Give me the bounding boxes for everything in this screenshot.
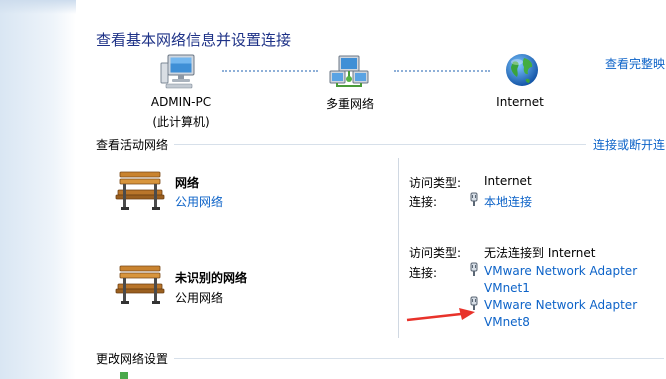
change-settings-header: 更改网络设置 <box>96 352 169 366</box>
connections-label: 连接: <box>409 266 438 280</box>
network-name: 未识别的网络 <box>175 271 248 285</box>
left-navigation-pane <box>0 0 76 379</box>
vmnet1-link-line2[interactable]: VMnet1 <box>484 281 530 295</box>
network-name: 网络 <box>175 176 200 190</box>
internet-node-name: Internet <box>496 95 544 109</box>
connection-line-right <box>394 70 490 72</box>
computer-subtitle: (此计算机) <box>152 115 210 129</box>
network-icon[interactable] <box>329 55 369 92</box>
view-full-map-link[interactable]: 查看完整映 <box>605 55 665 72</box>
access-type-value: Internet <box>484 174 532 188</box>
bench-icon[interactable] <box>114 262 166 309</box>
connect-disconnect-link[interactable]: 连接或断开连 <box>593 136 665 153</box>
vmnet8-link-line1[interactable]: VMware Network Adapter <box>484 298 637 312</box>
access-type-label: 访问类型: <box>409 246 462 260</box>
network-node-name: 多重网络 <box>325 97 374 111</box>
section-divider <box>174 358 664 359</box>
computer-name: ADMIN-PC <box>150 95 212 109</box>
settings-icon <box>120 372 128 379</box>
column-divider <box>398 158 399 338</box>
connection-line-left <box>222 70 318 72</box>
globe-icon[interactable] <box>504 52 540 91</box>
plug-icon <box>469 262 479 280</box>
vmnet8-link-line2[interactable]: VMnet8 <box>484 315 530 329</box>
active-networks-header: 查看活动网络 <box>96 138 169 152</box>
computer-icon[interactable] <box>160 53 198 92</box>
network-category-link[interactable]: 公用网络 <box>175 193 223 210</box>
arrow-annotation <box>405 306 477 327</box>
plug-icon <box>469 192 479 210</box>
vmnet1-link-line1[interactable]: VMware Network Adapter <box>484 264 637 278</box>
access-type-value: 无法连接到 Internet <box>484 246 596 260</box>
local-connection-link[interactable]: 本地连接 <box>484 193 532 210</box>
access-type-label: 访问类型: <box>409 176 462 190</box>
connections-label: 连接: <box>409 195 438 209</box>
network-category: 公用网络 <box>175 291 224 305</box>
page-title: 查看基本网络信息并设置连接 <box>96 31 292 49</box>
bench-icon[interactable] <box>114 168 166 215</box>
section-divider <box>174 144 586 145</box>
